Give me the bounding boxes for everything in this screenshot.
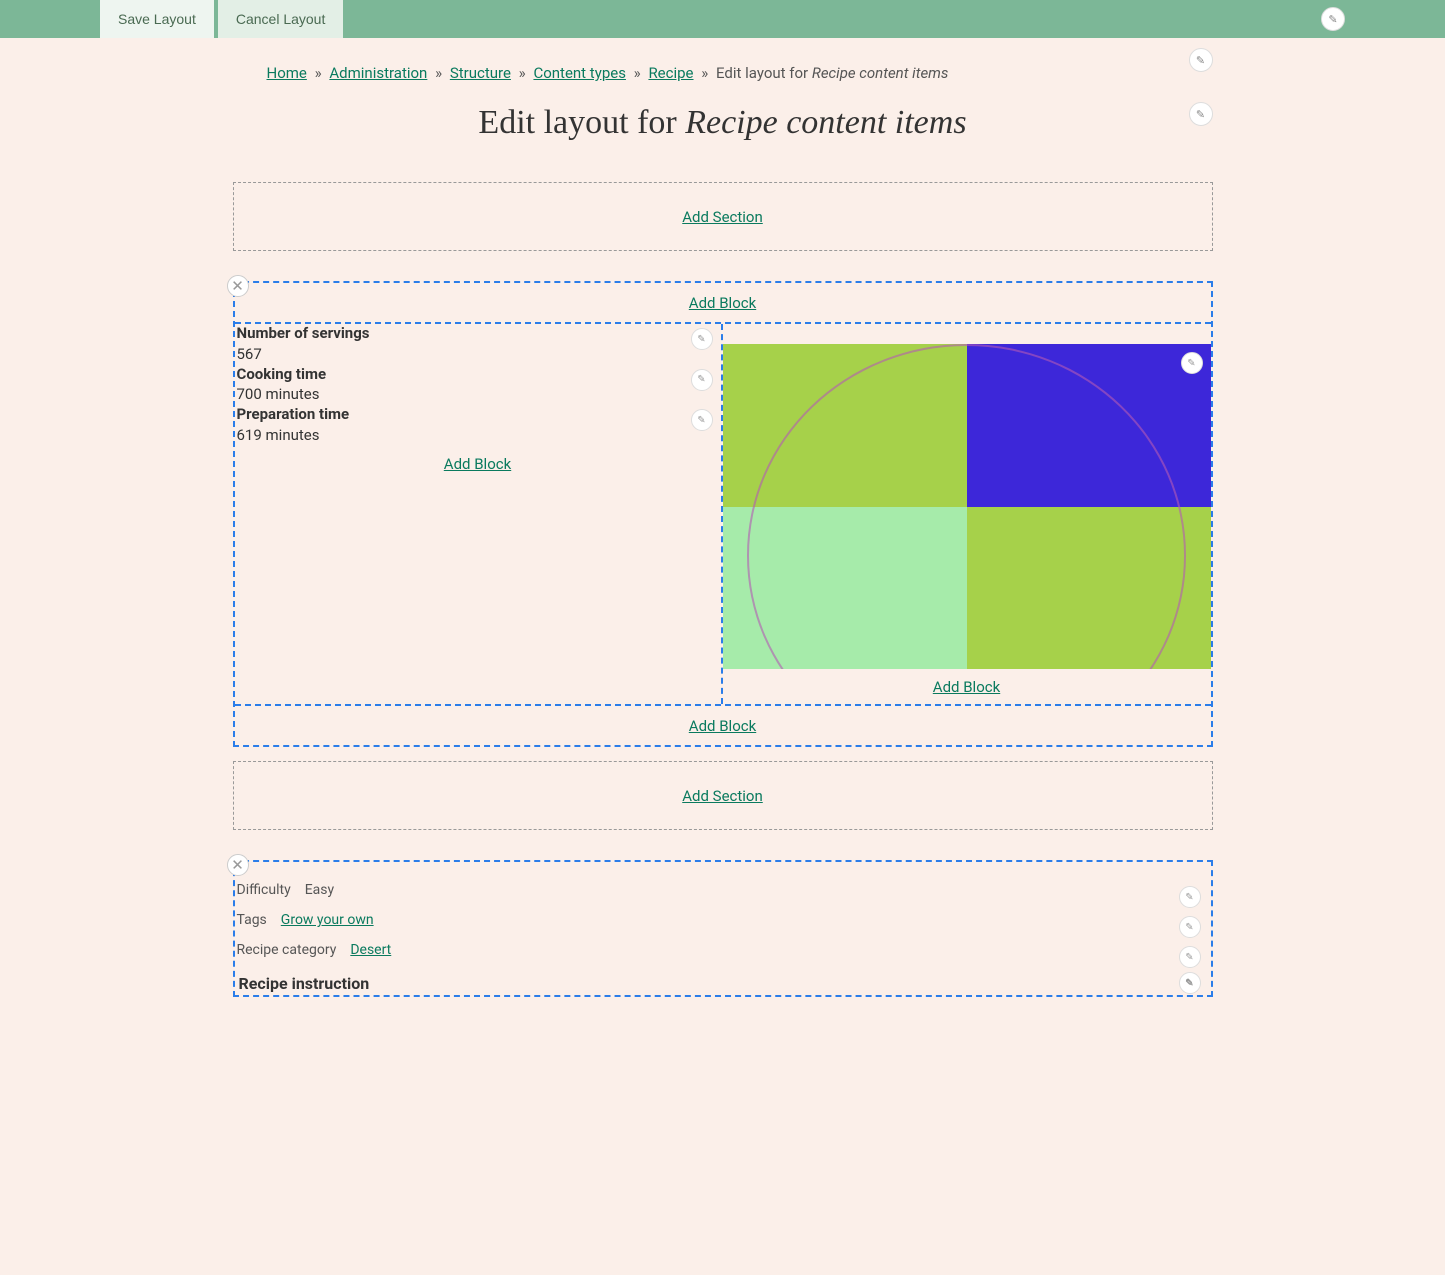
right-column-add-block: Add Block (723, 669, 1211, 704)
save-layout-button[interactable]: Save Layout (100, 0, 214, 38)
field-servings-block[interactable]: Number of servings 567 (235, 324, 721, 365)
remove-section-button[interactable] (227, 275, 249, 297)
field-tags-block[interactable]: Tags Grow your own (237, 912, 1209, 928)
add-section-link[interactable]: Add Section (682, 208, 763, 226)
field-servings-label: Number of servings (237, 324, 719, 344)
left-column-add-block: Add Block (235, 446, 721, 481)
field-category-block[interactable]: Recipe category Desert (237, 942, 1209, 958)
breadcrumb-edit-icon[interactable] (1189, 48, 1213, 72)
breadcrumb-admin[interactable]: Administration (329, 64, 427, 82)
field-cooking-label: Cooking time (237, 365, 719, 385)
field-edit-icon[interactable] (1179, 886, 1201, 908)
breadcrumb-separator: » (634, 64, 641, 82)
breadcrumb-separator: » (315, 64, 322, 82)
field-difficulty-block[interactable]: Difficulty Easy (237, 882, 1209, 898)
field-cooking-block[interactable]: Cooking time 700 minutes (235, 365, 721, 406)
field-instruction-label: Recipe instruction (239, 974, 370, 993)
remove-section-button[interactable] (227, 854, 249, 876)
admin-toolbar: Save Layout Cancel Layout (0, 0, 1445, 38)
main-content: Home » Administration » Structure » Cont… (233, 38, 1213, 1047)
add-section-region-middle: Add Section (233, 761, 1213, 830)
title-edit-icon[interactable] (1189, 102, 1213, 126)
breadcrumb-home[interactable]: Home (267, 64, 307, 82)
breadcrumb-content-types[interactable]: Content types (533, 64, 626, 82)
field-edit-icon[interactable] (1179, 972, 1201, 994)
add-block-link[interactable]: Add Block (444, 455, 511, 473)
field-tags-label: Tags (237, 912, 267, 928)
right-column: Add Block (723, 324, 1211, 704)
field-prep-block[interactable]: Preparation time 619 minutes (235, 405, 721, 446)
breadcrumb-recipe[interactable]: Recipe (648, 64, 693, 82)
field-category-value-link[interactable]: Desert (350, 942, 391, 958)
breadcrumb: Home » Administration » Structure » Cont… (233, 58, 1213, 92)
breadcrumb-separator: » (435, 64, 442, 82)
add-block-link[interactable]: Add Block (689, 717, 756, 735)
field-servings-value: 567 (237, 344, 719, 365)
add-block-link[interactable]: Add Block (933, 678, 1000, 696)
field-prep-label: Preparation time (237, 405, 719, 425)
cancel-layout-button[interactable]: Cancel Layout (218, 0, 344, 38)
two-column-layout: Number of servings 567 Cooking time 700 … (235, 324, 1211, 704)
field-edit-icon[interactable] (1181, 352, 1203, 374)
field-edit-icon[interactable] (1179, 946, 1201, 968)
field-edit-icon[interactable] (691, 369, 713, 391)
section-top-region: Add Block (235, 283, 1211, 324)
field-edit-icon[interactable] (691, 328, 713, 350)
toolbar-edit-icon[interactable] (1321, 7, 1345, 31)
layout-section-2: Difficulty Easy Tags Grow your own Recip… (233, 860, 1213, 997)
field-tags-value-link[interactable]: Grow your own (281, 912, 374, 928)
add-section-link[interactable]: Add Section (682, 787, 763, 805)
breadcrumb-separator: » (519, 64, 526, 82)
breadcrumb-current-prefix: Edit layout for (716, 64, 812, 82)
field-difficulty-value: Easy (305, 882, 334, 898)
field-edit-icon[interactable] (691, 409, 713, 431)
left-column: Number of servings 567 Cooking time 700 … (235, 324, 723, 704)
add-section-region-top: Add Section (233, 182, 1213, 251)
layout-section-1: Add Block Number of servings 567 Cooking… (233, 281, 1213, 747)
breadcrumb-separator: » (701, 64, 708, 82)
field-edit-icon[interactable] (1179, 916, 1201, 938)
add-block-link[interactable]: Add Block (689, 294, 756, 312)
page-title-prefix: Edit layout for (478, 104, 685, 141)
field-cooking-value: 700 minutes (237, 384, 719, 405)
recipe-image-block[interactable] (723, 344, 1211, 669)
field-prep-value: 619 minutes (237, 425, 719, 446)
breadcrumb-current: Recipe content items (812, 64, 949, 82)
page-title-italic: Recipe content items (685, 104, 966, 141)
section-bottom-region: Add Block (235, 704, 1211, 745)
field-category-label: Recipe category (237, 942, 337, 958)
field-difficulty-label: Difficulty (237, 882, 291, 898)
breadcrumb-structure[interactable]: Structure (450, 64, 511, 82)
section-2-content: Difficulty Easy Tags Grow your own Recip… (235, 862, 1211, 995)
page-title: Edit layout for Recipe content items (233, 104, 1213, 142)
field-instruction-block[interactable]: Recipe instruction (237, 972, 1209, 995)
